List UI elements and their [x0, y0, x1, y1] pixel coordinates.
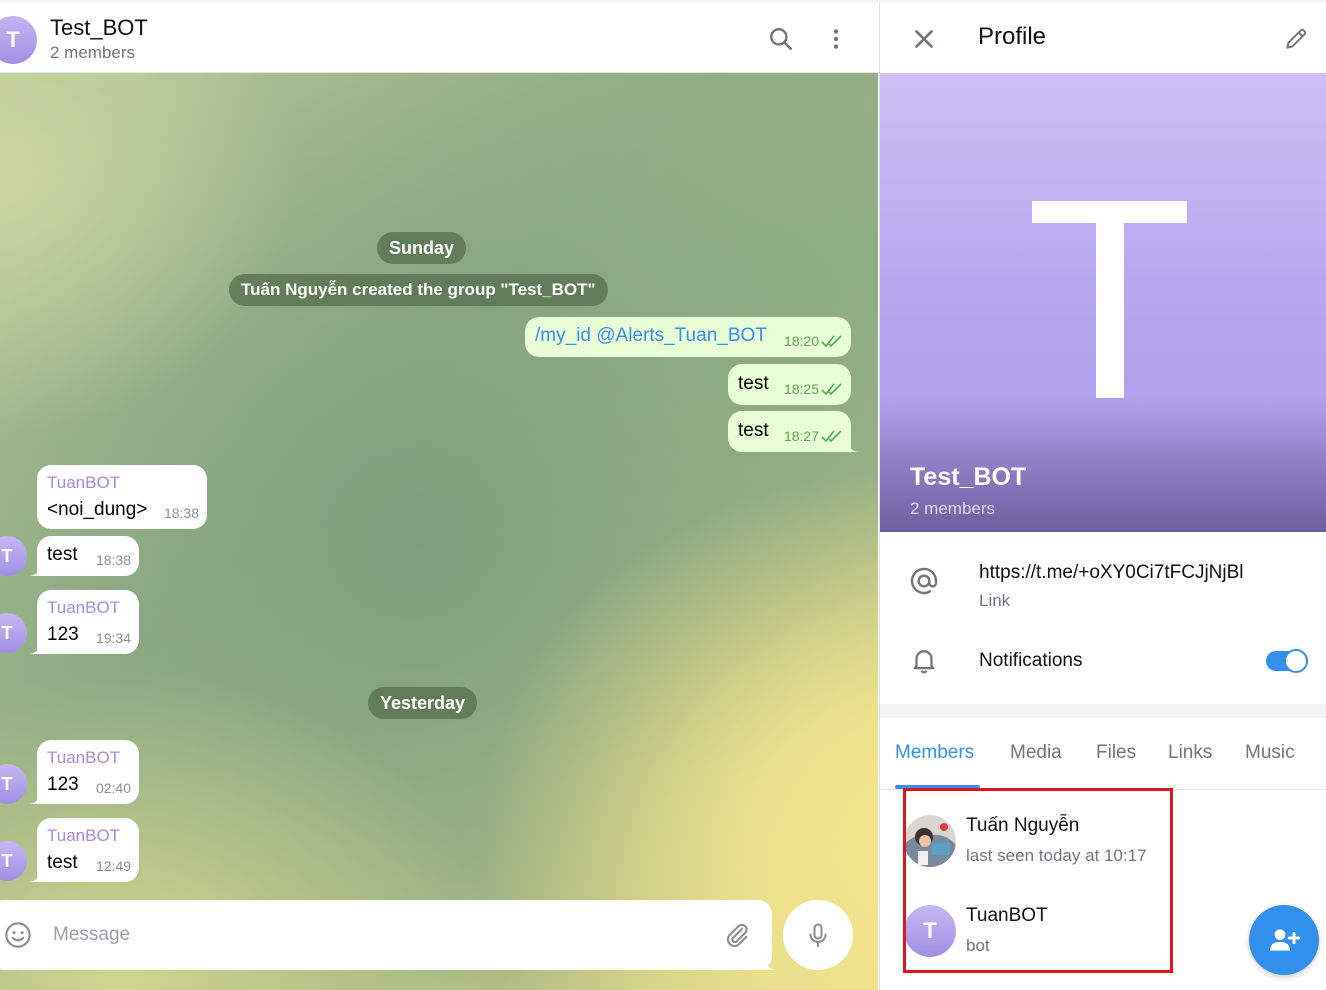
tab-media[interactable]: Media [1010, 742, 1062, 764]
message-outgoing[interactable]: test 18:27 [728, 411, 858, 452]
message-text: test [738, 373, 769, 394]
edit-profile-button[interactable] [1280, 23, 1312, 55]
date-separator-yesterday: Yesterday [368, 687, 478, 719]
message-time: 18:27 [783, 428, 819, 444]
message-text: test [47, 544, 78, 565]
message-composer[interactable]: Message [0, 900, 776, 970]
profile-title: Profile [978, 23, 1047, 50]
composer-tail [762, 956, 776, 970]
chat-panel: T Test_BOT 2 members Sunday Tuấn Nguyễn … [0, 0, 878, 990]
date-separator-sunday: Sunday [377, 232, 467, 264]
profile-cover[interactable]: Test_BOT 2 members [880, 73, 1326, 532]
pencil-icon [1286, 28, 1307, 49]
chat-header[interactable]: T Test_BOT 2 members [0, 3, 878, 73]
message-incoming[interactable]: TuanBOT 123 19:34 [30, 590, 139, 654]
more-vertical-icon [833, 29, 839, 49]
message-incoming[interactable]: TuanBOT <noi_dung> 18:38 [37, 465, 207, 529]
toggle-knob [1284, 649, 1308, 673]
message-text: test [47, 852, 78, 873]
add-user-icon [1270, 929, 1300, 951]
message-text[interactable]: /my_id @Alerts_Tuan_BOT [535, 325, 767, 347]
tab-music[interactable]: Music [1245, 742, 1295, 764]
message-time: 19:34 [95, 630, 131, 646]
notifications-label: Notifications [979, 650, 1083, 671]
profile-header: Profile [880, 3, 1326, 73]
at-sign-icon [906, 563, 942, 599]
voice-record-button[interactable] [783, 900, 853, 970]
section-divider [880, 704, 1326, 718]
message-sender[interactable]: TuanBOT [47, 826, 120, 846]
bubble-tail [30, 562, 44, 576]
bubble-tail [844, 438, 858, 452]
bubble-tail [30, 640, 44, 654]
message-time: 18:38 [95, 552, 131, 568]
message-time: 18:20 [783, 333, 819, 349]
tab-members[interactable]: Members [895, 742, 974, 764]
message-outgoing[interactable]: /my_id @Alerts_Tuan_BOT 18:20 [525, 317, 851, 357]
message-incoming[interactable]: test 18:38 [30, 536, 139, 576]
message-text: 123 [47, 774, 79, 795]
message-sender[interactable]: TuanBOT [47, 473, 120, 493]
message-time: 12:49 [95, 858, 131, 874]
message-input[interactable]: Message [53, 924, 130, 946]
invite-link[interactable]: https://t.me/+oXY0Ci7tFCJjNjBl [979, 562, 1244, 584]
message-time: 02:40 [95, 780, 131, 796]
search-button[interactable] [765, 23, 797, 55]
profile-name: Test_BOT [910, 463, 1027, 491]
message-outgoing[interactable]: test 18:25 [728, 364, 851, 405]
message-incoming[interactable]: TuanBOT test 12:49 [30, 818, 139, 882]
message-sender[interactable]: TuanBOT [47, 598, 120, 618]
close-icon [915, 30, 933, 48]
message-meta: 18:20 [784, 333, 843, 349]
service-message: Tuấn Nguyễn created the group "Test_BOT" [229, 274, 608, 306]
double-check-icon [821, 430, 842, 443]
message-meta: 18:25 [784, 381, 843, 397]
profile-panel: Profile Test_BOT 2 members https://t.me/… [879, 3, 1326, 990]
more-menu-button[interactable] [820, 23, 852, 55]
add-member-button[interactable] [1249, 905, 1319, 975]
search-icon [770, 28, 793, 51]
link-row[interactable]: https://t.me/+oXY0Ci7tFCJjNjBl Link [880, 548, 1326, 618]
message-time: 18:38 [163, 505, 199, 521]
attach-icon[interactable] [723, 921, 751, 949]
message-incoming[interactable]: TuanBOT 123 02:40 [30, 740, 139, 804]
double-check-icon [821, 383, 842, 396]
annotation-highlight-box [903, 788, 1173, 973]
chat-title[interactable]: Test_BOT [50, 15, 148, 41]
message-meta: 18:27 [784, 428, 843, 444]
chat-avatar[interactable]: T [0, 16, 37, 64]
bubble-tail [30, 868, 44, 882]
close-profile-button[interactable] [908, 23, 940, 55]
cover-letter-graphic [1032, 201, 1187, 398]
emoji-icon[interactable] [4, 921, 32, 949]
double-check-icon [821, 335, 842, 348]
message-text: <noi_dung> [47, 499, 148, 520]
chat-subtitle: 2 members [50, 43, 136, 62]
invite-link-label: Link [979, 591, 1011, 610]
shared-media-tabs: Members Media Files Links Music [880, 718, 1326, 790]
tab-files[interactable]: Files [1096, 742, 1136, 764]
message-text: test [738, 420, 769, 441]
message-sender[interactable]: TuanBOT [47, 748, 120, 768]
message-time: 18:25 [783, 381, 819, 397]
bubble-tail [30, 790, 44, 804]
bell-icon [906, 642, 942, 678]
notifications-toggle[interactable] [1266, 649, 1308, 673]
profile-members-count: 2 members [910, 499, 996, 518]
message-text: 123 [47, 624, 79, 645]
notifications-row[interactable]: Notifications [880, 628, 1326, 690]
tab-links[interactable]: Links [1168, 742, 1212, 764]
microphone-icon [809, 923, 827, 948]
